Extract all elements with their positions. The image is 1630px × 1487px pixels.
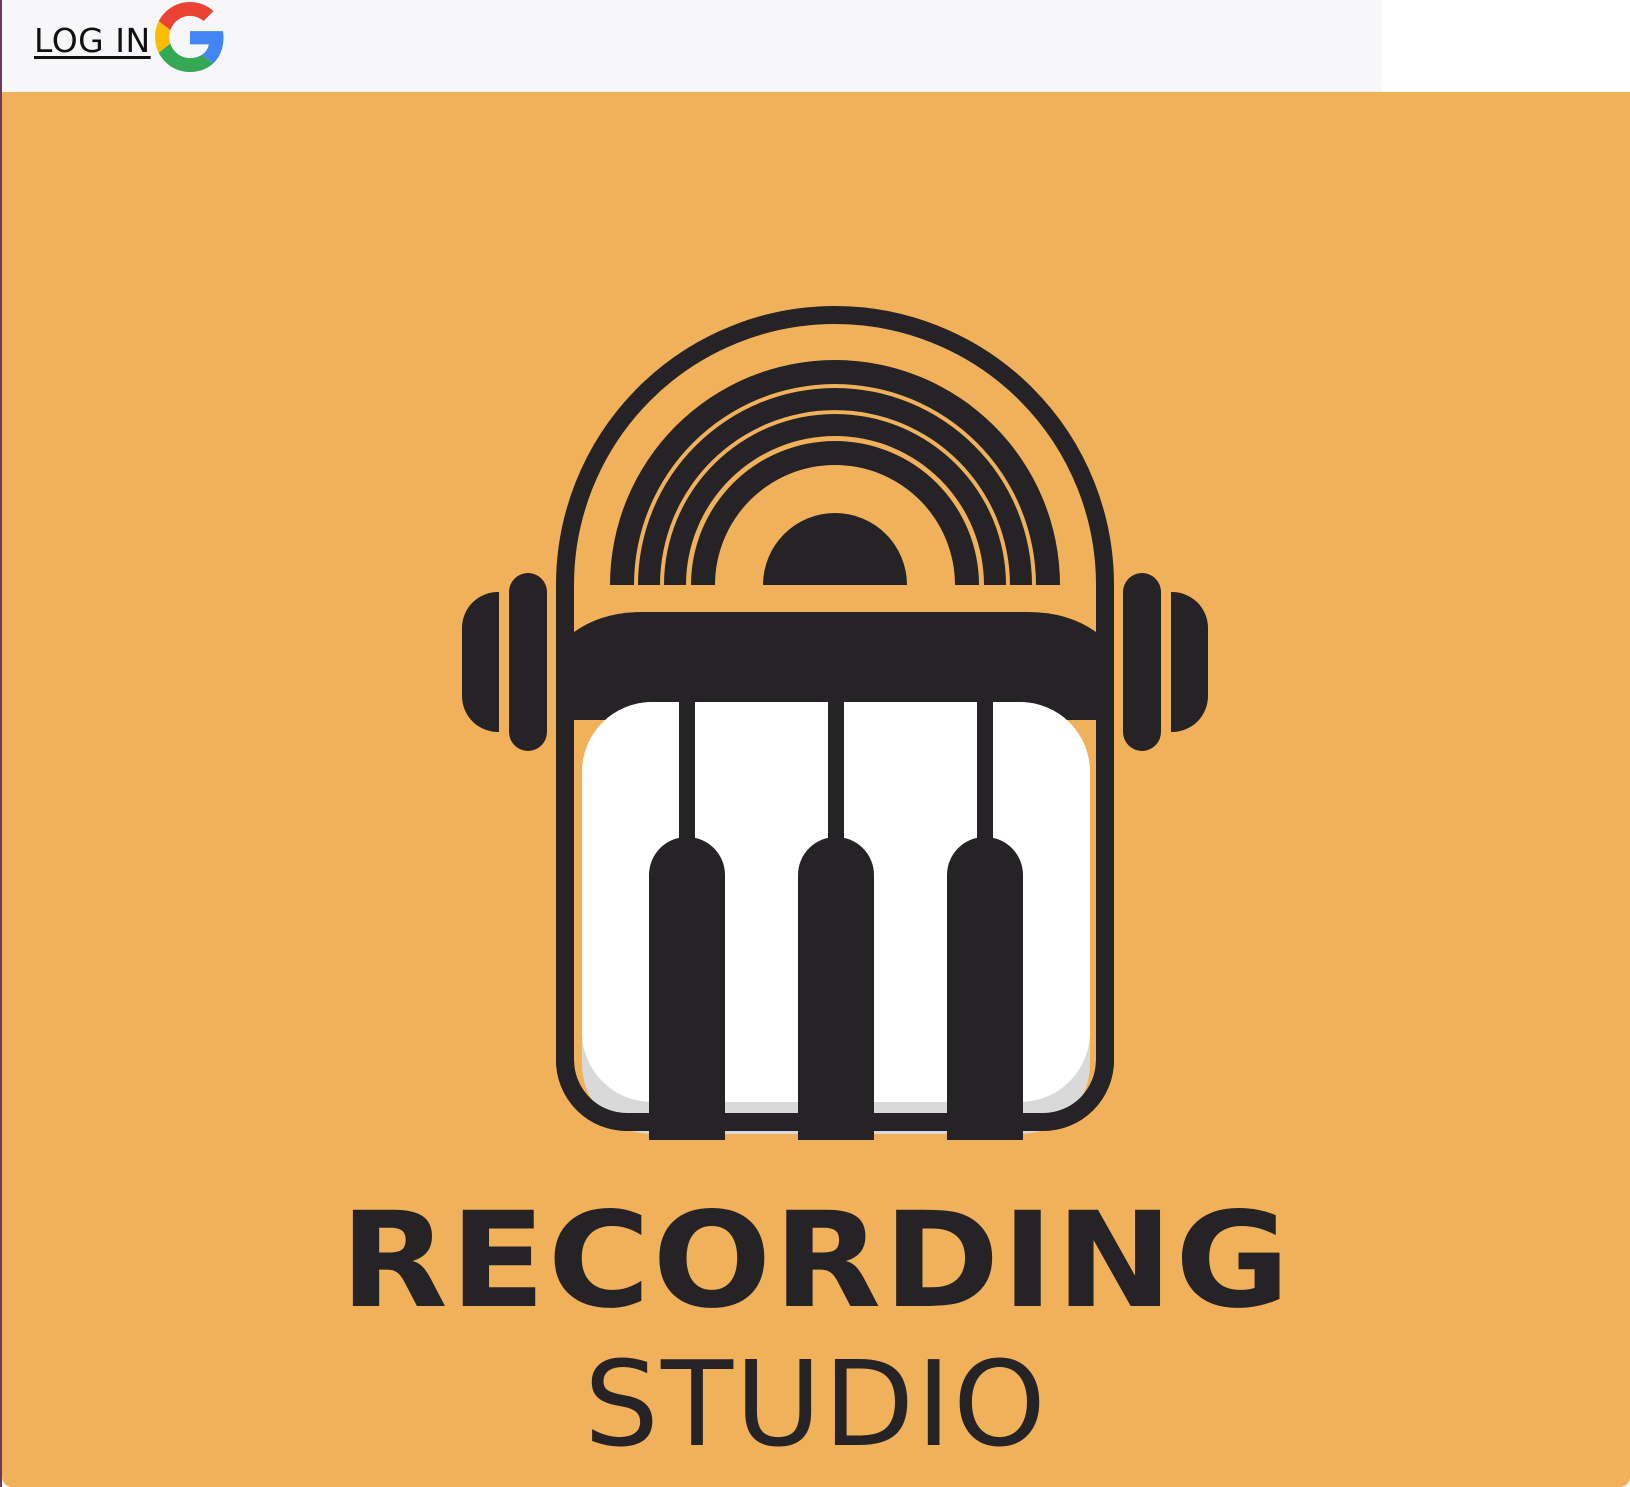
google-g-icon bbox=[154, 2, 224, 72]
top-bar: LOG IN bbox=[2, 0, 1382, 92]
logo-title: RECORDING bbox=[340, 1184, 1292, 1338]
logo-banner: RECORDING STUDIO bbox=[2, 92, 1630, 1487]
logo-subtitle: STUDIO bbox=[584, 1335, 1048, 1473]
login-button[interactable]: LOG IN bbox=[34, 2, 225, 72]
login-label: LOG IN bbox=[34, 20, 151, 60]
